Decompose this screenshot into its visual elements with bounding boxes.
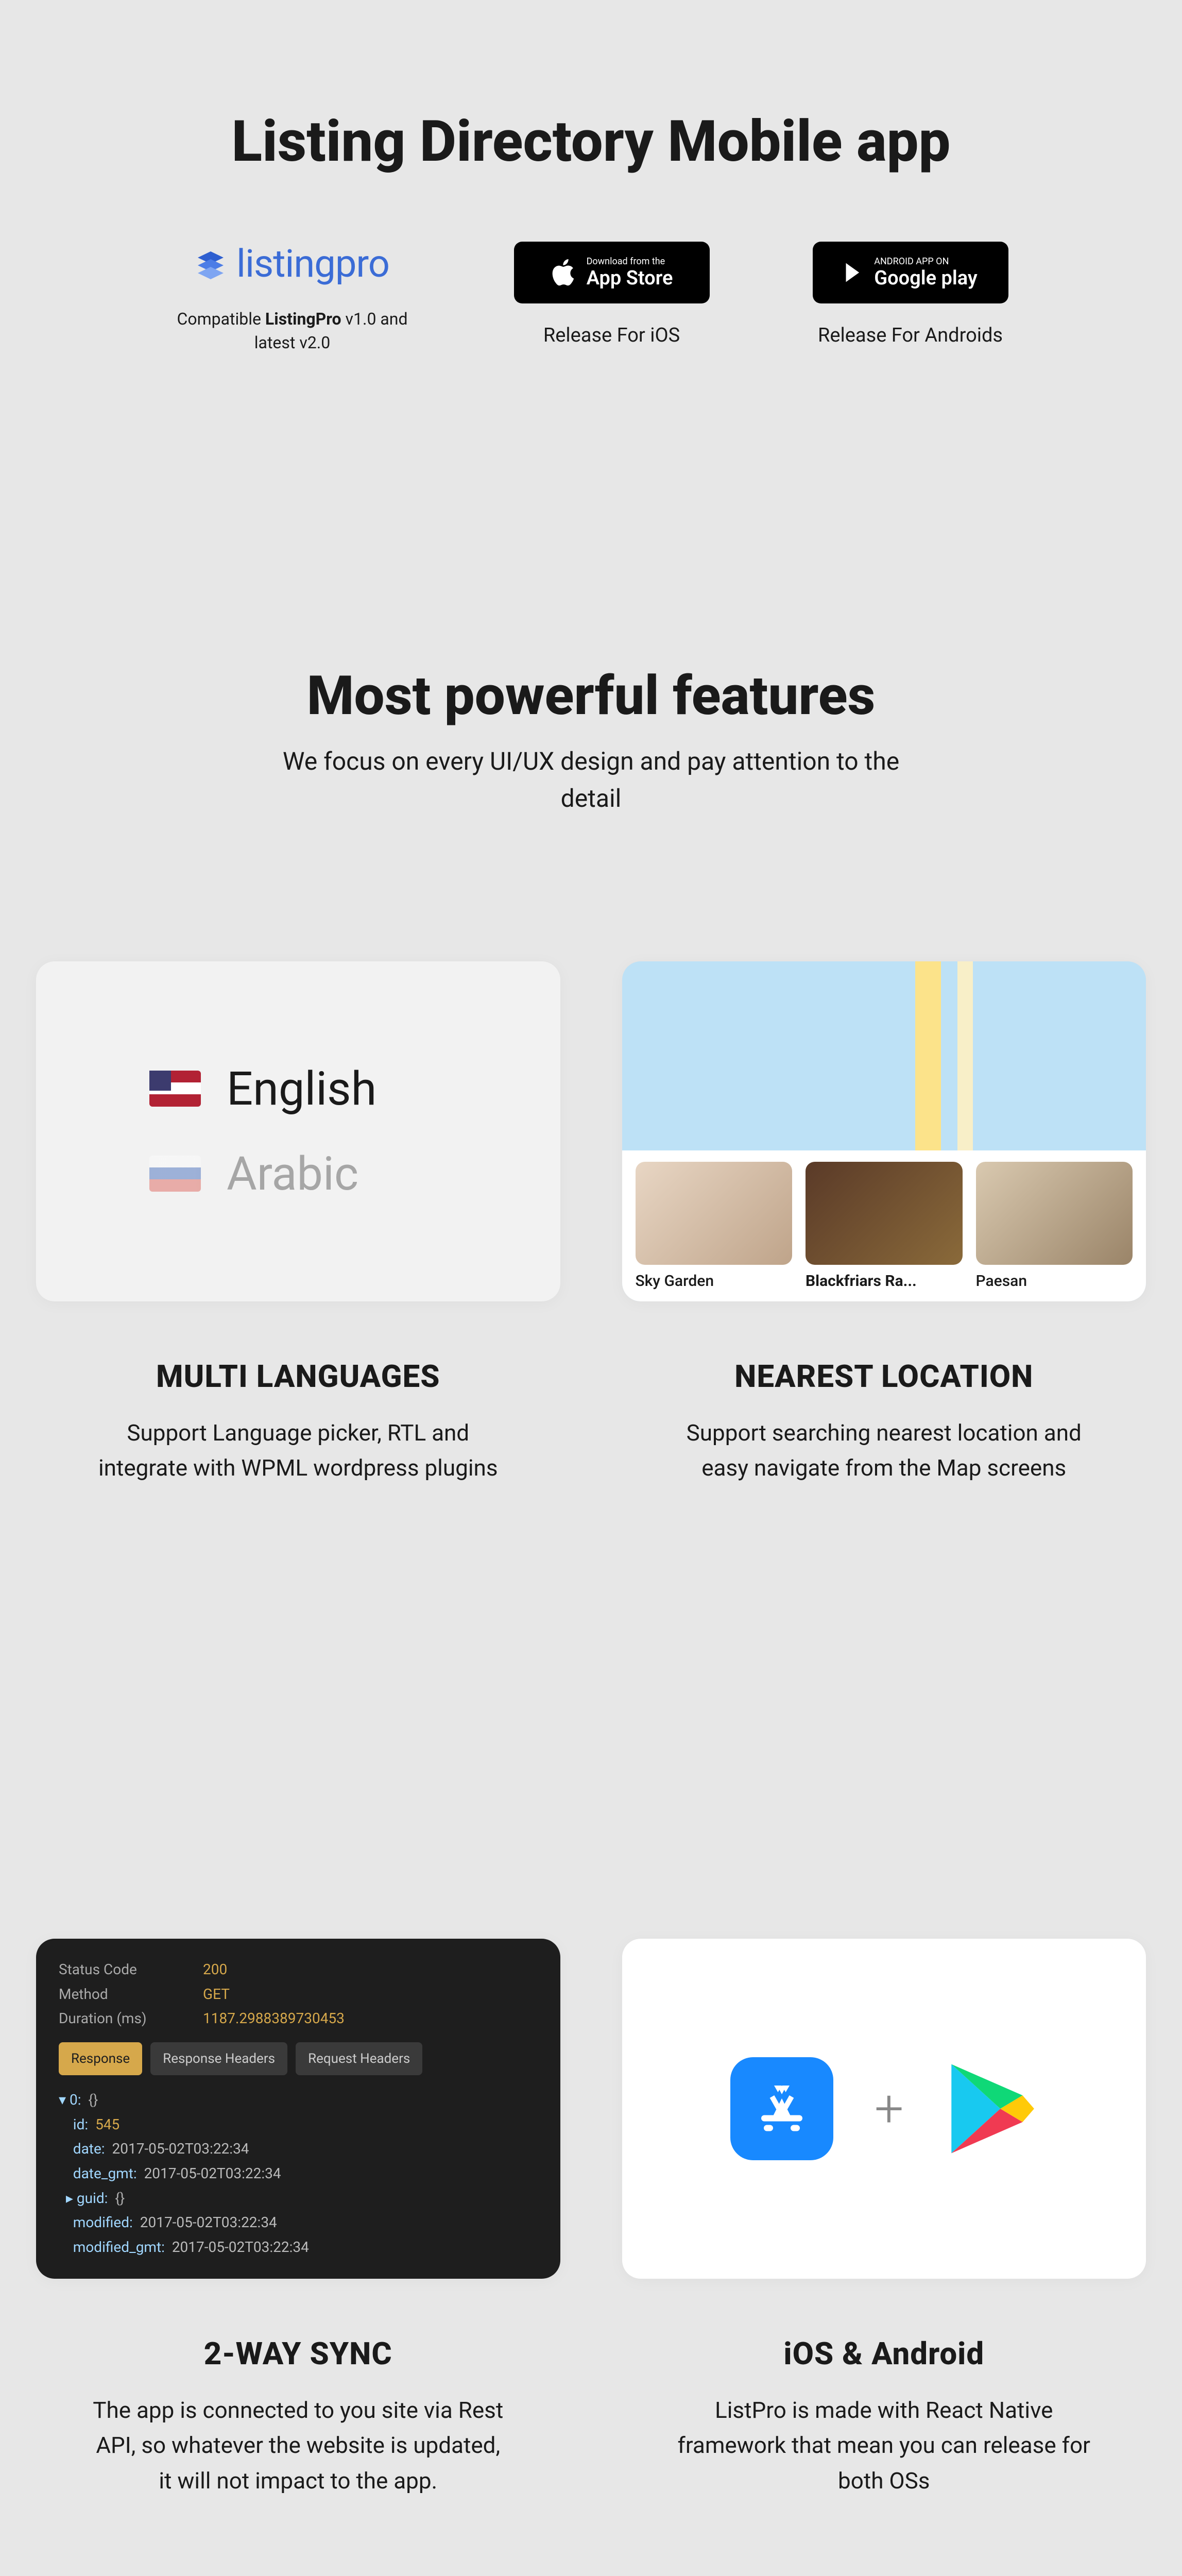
appstore-badge-col: Download from the App Store Release For … <box>514 242 710 347</box>
location-thumb-icon <box>976 1162 1133 1265</box>
gplay-sup: ANDROID APP ON <box>874 256 978 267</box>
sync-body: The app is connected to you site via Res… <box>87 2393 509 2498</box>
appstore-button[interactable]: Download from the App Store <box>514 242 710 303</box>
flag-us-icon <box>149 1071 201 1107</box>
nearest-body: Support searching nearest location and e… <box>673 1415 1095 1485</box>
features-grid: English Arabic MULTI LANGUAGES Support L… <box>31 961 1151 2576</box>
flag-ru-icon <box>149 1156 201 1192</box>
appstore-sup: Download from the <box>587 256 673 267</box>
multilang-card: English Arabic <box>36 961 560 1301</box>
tab-response[interactable]: Response <box>59 2042 142 2075</box>
listingpro-subtitle: Compatible ListingPro v1.0 and latest v2… <box>174 307 411 355</box>
features-title: Most powerful features <box>31 664 1151 727</box>
google-play-icon <box>945 2060 1038 2158</box>
listingpro-logo-text: listingpro <box>236 242 389 286</box>
feature-sync: Status Code200 MethodGET Duration (ms)11… <box>36 1939 560 2498</box>
json-line: modified: 2017-05-02T03:22:34 <box>59 2210 538 2235</box>
multilang-body: Support Language picker, RTL and integra… <box>87 1415 509 1485</box>
gplay-icon <box>843 261 866 284</box>
features-subtitle: We focus on every UI/UX design and pay a… <box>282 743 900 817</box>
nearest-title: NEAREST LOCATION <box>632 1358 1136 1395</box>
sync-title: 2-WAY SYNC <box>46 2335 550 2372</box>
ios-body: ListPro is made with React Native framew… <box>673 2393 1095 2498</box>
json-line: date: 2017-05-02T03:22:34 <box>59 2137 538 2161</box>
location-label: Paesan <box>976 1272 1133 1290</box>
sync-card: Status Code200 MethodGET Duration (ms)11… <box>36 1939 560 2279</box>
location-card[interactable]: Paesan <box>976 1162 1133 1290</box>
apple-icon <box>551 259 578 286</box>
feature-multilang: English Arabic MULTI LANGUAGES Support L… <box>36 961 560 1485</box>
listingpro-badge: listingpro Compatible ListingPro v1.0 an… <box>174 242 411 355</box>
stack-icon <box>195 249 226 280</box>
ios-card: + <box>622 1939 1146 2279</box>
location-card[interactable]: Blackfriars Ra... <box>806 1162 963 1290</box>
lang-row-arabic: Arabic <box>149 1147 560 1201</box>
location-thumb-icon <box>806 1162 963 1265</box>
json-line: id: 545 <box>59 2112 538 2137</box>
location-label: Sky Garden <box>636 1272 793 1290</box>
json-line: ▾ 0: {} <box>59 2088 538 2112</box>
appstore-icon <box>730 2057 833 2160</box>
location-thumb-icon <box>636 1162 793 1265</box>
features-header: Most powerful features We focus on every… <box>31 664 1151 817</box>
tab-request-headers[interactable]: Request Headers <box>296 2042 422 2075</box>
tab-response-headers[interactable]: Response Headers <box>150 2042 287 2075</box>
json-line: modified_gmt: 2017-05-02T03:22:34 <box>59 2235 538 2260</box>
lang-row-english: English <box>149 1062 560 1116</box>
gplay-main: Google play <box>874 267 978 290</box>
location-label: Blackfriars Ra... <box>806 1272 963 1290</box>
listingpro-logo: listingpro <box>195 242 389 286</box>
map-illustration <box>622 961 1146 1150</box>
nearest-card: Sky Garden Blackfriars Ra... Paesan <box>622 961 1146 1301</box>
feature-nearest: Sky Garden Blackfriars Ra... Paesan NEAR… <box>622 961 1146 1485</box>
gplay-badge-col: ANDROID APP ON Google play Release For A… <box>813 242 1008 347</box>
appstore-main: App Store <box>587 267 673 290</box>
multilang-title: MULTI LANGUAGES <box>46 1358 550 1395</box>
gplay-button[interactable]: ANDROID APP ON Google play <box>813 242 1008 303</box>
page-title: Listing Directory Mobile app <box>31 108 1151 175</box>
feature-ios-android: + iOS & Android ListPro is made with Rea… <box>622 1939 1146 2498</box>
top-badges-row: listingpro Compatible ListingPro v1.0 an… <box>31 242 1151 355</box>
gplay-caption: Release For Androids <box>818 324 1003 347</box>
ios-title: iOS & Android <box>632 2335 1136 2372</box>
location-card[interactable]: Sky Garden <box>636 1162 793 1290</box>
plus-icon: + <box>875 2079 904 2139</box>
sync-tabs: Response Response Headers Request Header… <box>59 2042 538 2075</box>
appstore-caption: Release For iOS <box>543 324 680 347</box>
json-line: date_gmt: 2017-05-02T03:22:34 <box>59 2161 538 2186</box>
json-line: ▸ guid: {} <box>59 2186 538 2211</box>
